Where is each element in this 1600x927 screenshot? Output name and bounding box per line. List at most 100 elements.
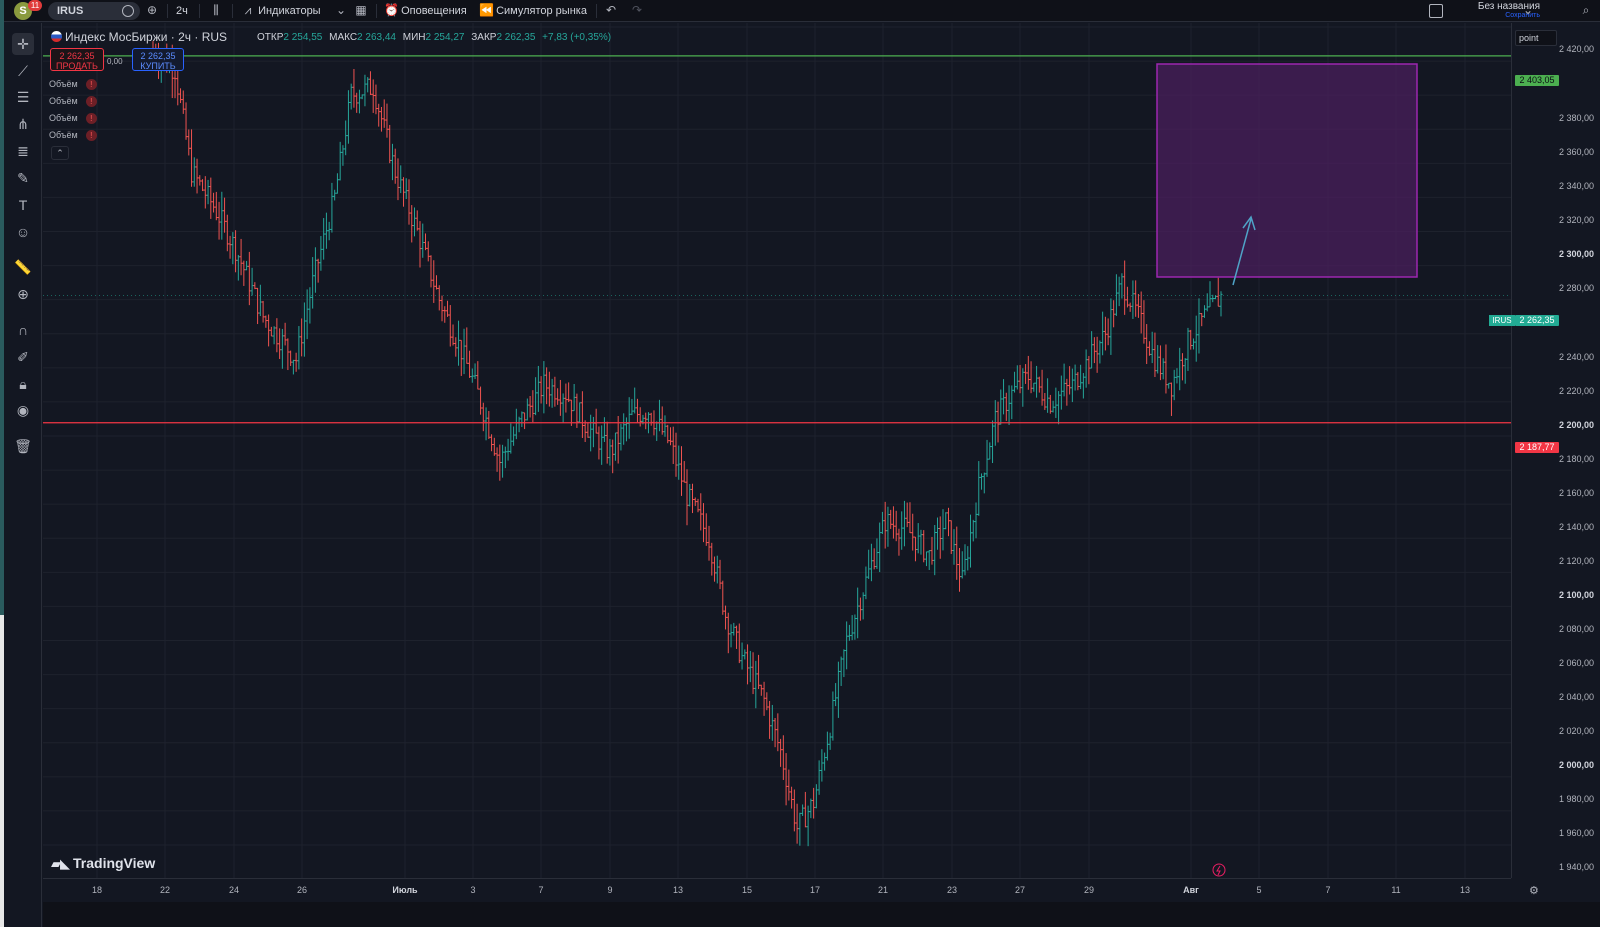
- replay-button[interactable]: ⏪ Симулятор рынка: [479, 3, 587, 19]
- price-tick-label: 1 940,00: [1558, 862, 1594, 872]
- bottom-panel: [43, 902, 1600, 927]
- time-tick-label: 3: [470, 885, 476, 895]
- warning-icon[interactable]: !: [85, 130, 97, 141]
- warning-icon[interactable]: !: [85, 79, 97, 90]
- volume-indicator[interactable]: Объём!: [49, 79, 97, 90]
- indicators-button[interactable]: ⩘ Индикаторы: [241, 3, 321, 19]
- alerts-button[interactable]: ⏰ Оповещения: [384, 3, 467, 19]
- replay-label: Симулятор рынка: [496, 5, 587, 17]
- price-tick-label: 2 220,00: [1558, 386, 1594, 396]
- price-tick-label: 2 300,00: [1558, 249, 1594, 259]
- time-tick-label: 29: [1083, 885, 1095, 895]
- time-tick-label: 18: [91, 885, 103, 895]
- ruler-icon[interactable]: 📏: [12, 256, 34, 278]
- time-tick-label: 21: [877, 885, 889, 895]
- price-tick-label: 2 000,00: [1558, 760, 1594, 770]
- trend-line-icon[interactable]: ⟋: [12, 60, 34, 82]
- price-axis[interactable]: point 2 420,00 2 380,00 2 360,00 2 340,00 2 …: [1489, 23, 1600, 878]
- spread-value: 0,00: [107, 57, 123, 66]
- time-tick-label: 5: [1256, 885, 1262, 895]
- sell-label: ПРОДАТЬ: [56, 61, 98, 71]
- volume-label: Объём: [49, 113, 78, 123]
- price-tick-label: 2 180,00: [1558, 454, 1594, 464]
- quick-search-icon[interactable]: ⌕: [1579, 3, 1593, 19]
- current-price-value: 2 262,35: [1519, 315, 1555, 325]
- drawing-toolbar: ✛ ⟋ ☰ ⋔ ≣ ✎ T ☺ 📏 ⊕ ∩ ✐ 🔒︎ ◉ 🗑︎: [4, 23, 42, 927]
- volume-label: Объём: [49, 130, 78, 140]
- zoom-in-icon[interactable]: ⊕: [12, 283, 34, 305]
- fib-retracement-icon[interactable]: ≣: [12, 140, 34, 162]
- price-tick-label: 1 980,00: [1558, 794, 1594, 804]
- text-tool-icon[interactable]: T: [12, 194, 34, 216]
- horizontal-lines-icon[interactable]: ☰: [12, 86, 34, 108]
- time-tick-label: 7: [1325, 885, 1331, 895]
- time-tick-label: 17: [809, 885, 821, 895]
- time-tick-label: 26: [296, 885, 308, 895]
- price-tick-label: 2 160,00: [1558, 488, 1594, 498]
- trash-icon[interactable]: 🗑︎: [12, 435, 34, 457]
- volume-indicator[interactable]: Объём!: [49, 130, 97, 141]
- watermark-text: TradingView: [73, 855, 156, 871]
- layout-checkbox[interactable]: [1429, 4, 1443, 18]
- collapse-legend-button[interactable]: ⌃: [51, 146, 69, 160]
- tradingview-logo-icon: ▰◣: [51, 856, 70, 871]
- brush-icon[interactable]: ✎: [12, 167, 34, 189]
- eye-icon[interactable]: ◉: [12, 399, 34, 421]
- low-value: 2 254,27: [425, 32, 465, 43]
- pitchfork-icon[interactable]: ⋔: [12, 113, 34, 135]
- warning-icon[interactable]: !: [85, 113, 97, 124]
- warning-icon[interactable]: !: [85, 96, 97, 107]
- ohlc-values: ОТКР2 254,55 МАКС2 263,44 МИН2 254,27 ЗА…: [257, 32, 615, 43]
- stay-drawing-icon[interactable]: ✐: [12, 346, 34, 368]
- legend-symbol-title: Индекс МосБиржи · 2ч · RUS: [65, 30, 228, 44]
- current-symbol-tag: IRUS: [1489, 315, 1515, 326]
- price-tick-label: 2 040,00: [1558, 692, 1594, 702]
- indicators-icon: ⩘: [244, 3, 252, 17]
- symbol-search[interactable]: IRUS: [48, 2, 140, 20]
- price-tick-label: 2 140,00: [1558, 522, 1594, 532]
- russia-flag-icon: [51, 31, 62, 42]
- redo-icon[interactable]: ↷: [630, 3, 644, 19]
- volume-indicator[interactable]: Объём!: [49, 113, 97, 124]
- time-tick-label: Июль: [392, 885, 418, 895]
- target-zone-rectangle: [1156, 63, 1418, 278]
- sell-button[interactable]: 2 262,35 ПРОДАТЬ: [50, 48, 104, 71]
- chart-pane[interactable]: Индекс МосБиржи · 2ч · RUS ОТКР2 254,55 …: [43, 23, 1511, 878]
- time-tick-label: Авг: [1183, 885, 1199, 895]
- notification-badge: 11: [28, 0, 42, 11]
- high-label: МАКС: [329, 32, 358, 43]
- interval-button[interactable]: 2ч: [176, 3, 188, 19]
- legend-title[interactable]: Индекс МосБиржи · 2ч · RUS: [51, 30, 227, 44]
- crosshair-icon[interactable]: ✛: [12, 33, 34, 55]
- magnet-icon[interactable]: ∩: [12, 319, 34, 341]
- axis-settings-icon[interactable]: ⚙: [1529, 884, 1539, 897]
- time-tick-label: 27: [1014, 885, 1026, 895]
- price-chart[interactable]: [43, 23, 1511, 878]
- bar-style-icon[interactable]: ⫼: [209, 3, 223, 19]
- close-label: ЗАКР: [471, 32, 497, 43]
- undo-icon[interactable]: ↶: [604, 3, 618, 19]
- buy-button[interactable]: 2 262,35 КУПИТЬ: [132, 48, 184, 71]
- emoji-icon[interactable]: ☺: [12, 221, 34, 243]
- rewind-icon: ⏪: [479, 3, 494, 17]
- layout-grid-icon[interactable]: ▦: [354, 3, 368, 19]
- tradingview-app: S 11 IRUS ⊕ 2ч ⫼ ⩘ Индикаторы ⌄ ▦ ⏰ Опов…: [0, 0, 1600, 927]
- time-tick-label: 13: [672, 885, 684, 895]
- indicators-dropdown-icon[interactable]: ⌄: [334, 3, 348, 19]
- lock-icon[interactable]: 🔒︎: [12, 373, 34, 395]
- price-tick-label: 2 280,00: [1558, 283, 1594, 293]
- time-tick-label: 22: [159, 885, 171, 895]
- alerts-label: Оповещения: [401, 5, 467, 17]
- open-label: ОТКР: [257, 32, 284, 43]
- symbol-search-icon: [122, 5, 134, 17]
- time-tick-label: 11: [1391, 885, 1401, 895]
- time-axis[interactable]: 18 22 24 26 Июль 3 7 9 13 15 17 21 23 27 29 Авг 5 7 11 13 ⚙: [43, 878, 1539, 902]
- compare-add-icon[interactable]: ⊕: [145, 3, 159, 19]
- sell-price: 2 262,35: [59, 51, 95, 61]
- price-tick-label: 2 420,00: [1558, 44, 1594, 54]
- price-tick-label: 2 060,00: [1558, 658, 1594, 668]
- indicators-label: Индикаторы: [258, 5, 321, 17]
- low-label: МИН: [402, 32, 426, 43]
- volume-indicator[interactable]: Объём!: [49, 96, 97, 107]
- layout-dropdown-icon[interactable]: ⌄: [1521, 3, 1535, 19]
